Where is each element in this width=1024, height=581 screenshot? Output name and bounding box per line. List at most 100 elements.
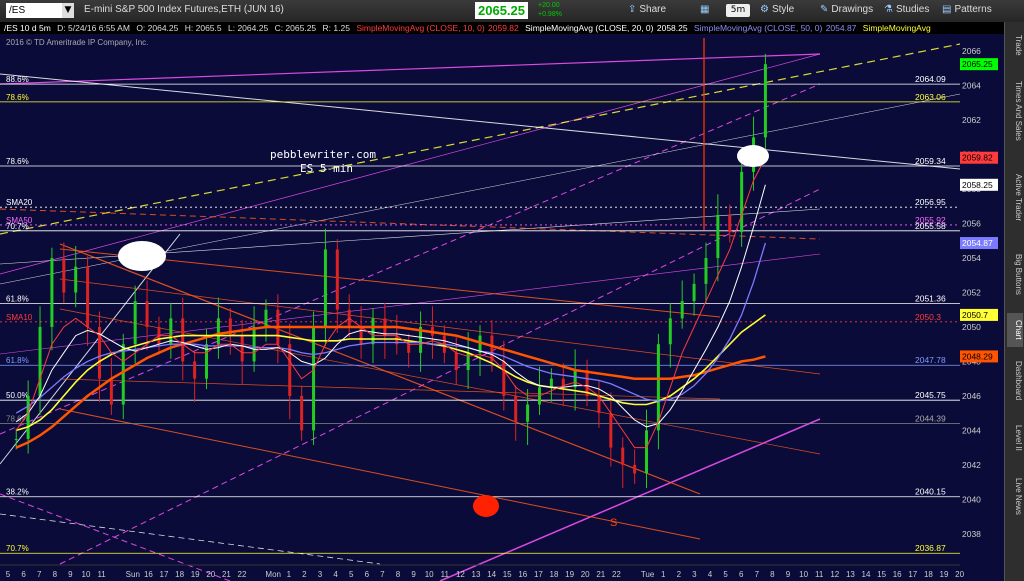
sidebar-tab-big-buttons[interactable]: Big Buttons [1007, 242, 1023, 307]
drawings-button[interactable]: ✎ Drawings [820, 4, 873, 15]
instrument-description: E-mini S&P 500 Index Futures,ETH (JUN 16… [84, 4, 284, 15]
x-tick-0: 5 [6, 570, 11, 579]
x-tick-49: 11 [815, 570, 824, 579]
style-label: Style [771, 4, 795, 15]
price-tag-5: 2048.29 [962, 351, 993, 361]
sidebar-tab-live-news[interactable]: Live News [1007, 469, 1023, 524]
level-right-label-11: 2040.15 [915, 487, 946, 497]
price-change: +20.00 +0.98% [538, 1, 562, 19]
candle-body-25 [312, 326, 316, 431]
price-tag-4: 2050.7 [962, 310, 988, 320]
x-tick-27: 12 [456, 570, 465, 579]
y-tick-6: 2050 [962, 322, 981, 332]
x-tick-36: 21 [596, 570, 605, 579]
sma50-value: 2054.87 [825, 23, 857, 33]
x-tick-38: Tue [641, 570, 655, 579]
style-button[interactable]: ⚙ Style [760, 4, 794, 15]
bar-open: O: 2064.25 [136, 23, 179, 33]
candle-body-41 [502, 361, 506, 396]
symbol-input[interactable]: /ES [6, 3, 67, 18]
level-right-label-3: 2056.95 [915, 197, 946, 207]
sidebar-tab-chart[interactable]: Chart [1007, 312, 1023, 347]
sidebar-tab-level-ii[interactable]: Level II [1007, 414, 1023, 464]
level-right-label-6: 2051.36 [915, 294, 946, 304]
studies-button[interactable]: ⚗ Studies [884, 4, 929, 15]
y-tick-7: 2052 [962, 288, 981, 298]
candle-body-24 [300, 395, 304, 431]
x-tick-57: 19 [940, 570, 949, 579]
price-tag-3: 2054.87 [962, 238, 993, 248]
candle-body-21 [264, 309, 268, 327]
x-tick-10: 18 [175, 570, 184, 579]
y-tick-0: 2038 [962, 529, 981, 539]
x-tick-17: 2 [302, 570, 307, 579]
y-tick-13: 2064 [962, 81, 981, 91]
level-right-label-9: 2045.75 [915, 390, 946, 400]
level-left-label-7: SMA10 [6, 313, 33, 322]
annotation-title: pebblewriter.com [270, 148, 376, 161]
x-tick-18: 3 [318, 570, 323, 579]
level-left-label-9: 50.0% [6, 391, 29, 400]
y-tick-9: 2056 [962, 219, 981, 229]
candle-body-63 [763, 64, 767, 138]
price-chart[interactable]: 88.6% 2064.09 78.6% 2063.06 78.6% 2059.34 SMA2… [0, 34, 1004, 581]
y-tick-4: 2046 [962, 391, 981, 401]
x-tick-35: 20 [581, 570, 590, 579]
sidebar-tab-times-and-sales[interactable]: Times And Sales [1007, 68, 1023, 154]
copyright-text: 2016 © TD Ameritrade IP Company, Inc. [6, 38, 148, 47]
level-left-label-8: 61.8% [6, 356, 29, 365]
sidebar-tab-dashboard[interactable]: Dashboard [1007, 353, 1023, 408]
level-left-label-6: 61.8% [6, 295, 29, 304]
candle-body-1 [26, 395, 30, 439]
candle-body-27 [335, 249, 339, 310]
x-tick-23: 8 [396, 570, 401, 579]
x-tick-51: 13 [846, 570, 855, 579]
x-tick-32: 17 [534, 570, 543, 579]
sma10-label: SimpleMovingAvg (CLOSE, 10, 0) [356, 23, 485, 33]
candle-body-59 [716, 214, 720, 259]
bar-date: D: 5/24/16 6:55 AM [57, 23, 130, 33]
x-tick-43: 5 [723, 570, 728, 579]
timeframe-icon[interactable]: ▦ [700, 4, 712, 15]
x-tick-39: 1 [661, 570, 666, 579]
level-right-label-0: 2064.09 [915, 74, 946, 84]
x-tick-5: 10 [82, 570, 91, 579]
x-tick-14: 22 [238, 570, 247, 579]
y-tick-12: 2062 [962, 115, 981, 125]
timeframe-selector[interactable]: 5m [726, 4, 750, 17]
candle-body-4 [62, 258, 66, 293]
level-left-label-3: SMA20 [6, 198, 33, 207]
x-tick-45: 7 [755, 570, 760, 579]
x-tick-33: 18 [550, 570, 559, 579]
price-tag-2: 2058.25 [962, 180, 993, 190]
sma20-value: 2058.25 [656, 23, 688, 33]
share-button[interactable]: ⇪ Share [628, 4, 666, 15]
sma20-label: SimpleMovingAvg (CLOSE, 20, 0) [525, 23, 654, 33]
x-tick-50: 12 [830, 570, 839, 579]
sidebar-tab-trade[interactable]: Trade [1007, 28, 1023, 62]
x-tick-6: 11 [97, 570, 106, 579]
pencil-icon: ✎ [820, 4, 829, 15]
symbol-dropdown-icon[interactable]: ▼ [62, 3, 74, 18]
candle-body-29 [359, 326, 363, 345]
x-tick-2: 7 [37, 570, 42, 579]
candle-body-52 [633, 464, 637, 474]
studies-label: Studies [895, 4, 930, 15]
x-tick-47: 9 [786, 570, 791, 579]
level-left-label-12: 70.7% [6, 544, 29, 553]
patterns-button[interactable]: ▤ Patterns [942, 4, 992, 15]
level-left-label-5: 70.7% [6, 222, 29, 231]
bar-high: H: 2065.5 [184, 23, 222, 33]
sma-extra-label: SimpleMovingAvg [862, 23, 931, 33]
x-tick-22: 7 [380, 570, 385, 579]
highlight-ellipse-right [737, 145, 769, 167]
candle-body-55 [668, 318, 672, 345]
level-right-label-5: 2055.58 [915, 221, 946, 231]
sidebar-tab-active-trader[interactable]: Active Trader [1007, 160, 1023, 236]
y-tick-8: 2054 [962, 253, 981, 263]
target-dot [473, 495, 499, 517]
x-tick-24: 9 [411, 570, 416, 579]
level-right-label-1: 2063.06 [915, 92, 946, 102]
candle-body-49 [597, 395, 601, 414]
candle-body-43 [526, 404, 530, 422]
